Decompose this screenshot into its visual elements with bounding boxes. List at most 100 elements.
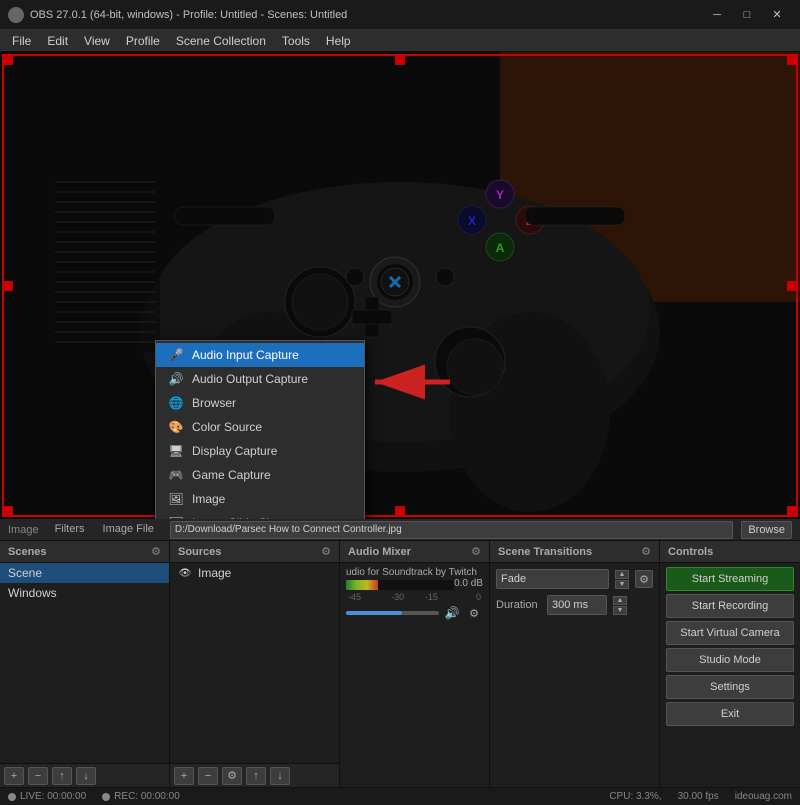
transition-type-select[interactable]: Fade bbox=[496, 569, 609, 589]
controls-panel: Controls Start Streaming Start Recording… bbox=[660, 541, 800, 787]
transition-spinner: ▲ ▼ bbox=[615, 570, 629, 589]
close-button[interactable]: ✕ bbox=[762, 0, 792, 30]
scene-up-button[interactable]: ↑ bbox=[52, 767, 72, 785]
ctx-game-label: Game Capture bbox=[192, 468, 271, 482]
scene-down-button[interactable]: ↓ bbox=[76, 767, 96, 785]
browse-button[interactable]: Browse bbox=[741, 521, 792, 539]
volume-slider[interactable] bbox=[346, 611, 439, 615]
controls-content: Start Streaming Start Recording Start Vi… bbox=[660, 563, 800, 730]
rec-time: REC: 00:00:00 bbox=[114, 791, 180, 802]
minimize-button[interactable]: ─ bbox=[702, 0, 732, 30]
live-time: LIVE: 00:00:00 bbox=[20, 791, 86, 802]
duration-spinner-down[interactable]: ▼ bbox=[613, 606, 627, 615]
scenes-list: Scene Windows bbox=[0, 563, 169, 763]
duration-spinner-up[interactable]: ▲ bbox=[613, 596, 627, 605]
ctx-display-capture[interactable]: 🖥 Display Capture bbox=[156, 439, 364, 463]
menu-bar: File Edit View Profile Scene Collection … bbox=[0, 30, 800, 52]
sources-panel: Sources ⚙ 👁 Image + − ⚙ ↑ ↓ bbox=[170, 541, 340, 787]
sources-header-btn[interactable]: ⚙ bbox=[321, 545, 331, 558]
menu-help[interactable]: Help bbox=[318, 30, 359, 52]
ctx-color-source[interactable]: 🎨 Color Source bbox=[156, 415, 364, 439]
settings-button[interactable]: Settings bbox=[666, 675, 794, 699]
menu-profile[interactable]: Profile bbox=[118, 30, 168, 52]
image-file-tab[interactable]: Image File bbox=[95, 521, 162, 539]
monitor-icon: 🖥 bbox=[168, 443, 184, 459]
maximize-button[interactable]: □ bbox=[732, 0, 762, 30]
scenes-toolbar: + − ↑ ↓ bbox=[0, 763, 169, 787]
scene-remove-button[interactable]: − bbox=[28, 767, 48, 785]
duration-spinner: ▲ ▼ bbox=[613, 596, 627, 615]
ctx-browser-label: Browser bbox=[192, 396, 236, 410]
audio-mixer-header-btn[interactable]: ⚙ bbox=[471, 545, 481, 558]
title-text: OBS 27.0.1 (64-bit, windows) - Profile: … bbox=[30, 9, 702, 21]
transition-type-row: Fade ▲ ▼ ⚙ bbox=[496, 569, 653, 589]
source-tabs: Filters Image File bbox=[47, 521, 162, 539]
mixer-level-fill bbox=[346, 580, 378, 590]
fps-value: 30.00 fps bbox=[678, 791, 719, 802]
menu-edit[interactable]: Edit bbox=[39, 30, 76, 52]
filters-tab[interactable]: Filters bbox=[47, 521, 93, 539]
mixer-level-bar bbox=[346, 580, 454, 590]
ctx-slideshow-label: Image Slide Show bbox=[192, 516, 289, 519]
preview-area: A B X Y bbox=[0, 52, 800, 519]
scene-add-button[interactable]: + bbox=[4, 767, 24, 785]
scene-item-scene[interactable]: Scene bbox=[0, 563, 169, 583]
window-controls: ─ □ ✕ bbox=[702, 0, 792, 30]
color-icon: 🎨 bbox=[168, 419, 184, 435]
live-dot bbox=[8, 793, 16, 801]
menu-view[interactable]: View bbox=[76, 30, 118, 52]
cpu-usage: CPU: 3.3%, bbox=[609, 791, 661, 802]
source-item-image[interactable]: 👁 Image bbox=[170, 563, 339, 583]
ctx-browser[interactable]: 🌐 Browser bbox=[156, 391, 364, 415]
ctx-audio-input-capture[interactable]: 🎤 Audio Input Capture bbox=[156, 343, 364, 367]
scenes-header-btn[interactable]: ⚙ bbox=[151, 545, 161, 558]
sources-title: Sources bbox=[178, 546, 221, 558]
ctx-color-label: Color Source bbox=[192, 420, 262, 434]
menu-file[interactable]: File bbox=[4, 30, 39, 52]
mixer-controls: 🔊 ⚙ bbox=[346, 604, 483, 622]
audio-mixer-header: Audio Mixer ⚙ bbox=[340, 541, 489, 563]
mixer-scale: -45 -30 -15 0 bbox=[346, 592, 483, 602]
ctx-audio-output-capture[interactable]: 🔊 Audio Output Capture bbox=[156, 367, 364, 391]
spinner-down[interactable]: ▼ bbox=[615, 580, 629, 589]
status-bar: LIVE: 00:00:00 REC: 00:00:00 CPU: 3.3%, … bbox=[0, 787, 800, 805]
speaker-icon: 🔊 bbox=[168, 371, 184, 387]
menu-scene-collection[interactable]: Scene Collection bbox=[168, 30, 274, 52]
source-item-image-label: Image bbox=[198, 566, 231, 580]
source-add-button[interactable]: + bbox=[174, 767, 194, 785]
svg-text:X: X bbox=[468, 214, 476, 228]
source-remove-button[interactable]: − bbox=[198, 767, 218, 785]
scale-right: 0 bbox=[449, 592, 481, 602]
duration-input[interactable]: 300 ms bbox=[547, 595, 607, 615]
mixer-settings-button[interactable]: ⚙ bbox=[465, 604, 483, 622]
exit-button[interactable]: Exit bbox=[666, 702, 794, 726]
audio-mixer-title: Audio Mixer bbox=[348, 546, 411, 558]
eye-icon: 👁 bbox=[178, 566, 192, 580]
start-virtual-camera-button[interactable]: Start Virtual Camera bbox=[666, 621, 794, 645]
menu-tools[interactable]: Tools bbox=[274, 30, 318, 52]
svg-text:Y: Y bbox=[496, 188, 504, 202]
ctx-image[interactable]: 🖼 Image bbox=[156, 487, 364, 511]
ctx-game-capture[interactable]: 🎮 Game Capture bbox=[156, 463, 364, 487]
source-up-button[interactable]: ↑ bbox=[246, 767, 266, 785]
transitions-header-btn[interactable]: ⚙ bbox=[641, 545, 651, 558]
spinner-up[interactable]: ▲ bbox=[615, 570, 629, 579]
sources-header: Sources ⚙ bbox=[170, 541, 339, 563]
scene-item-windows[interactable]: Windows bbox=[0, 583, 169, 603]
transitions-title: Scene Transitions bbox=[498, 546, 592, 558]
audio-mixer-panel: Audio Mixer ⚙ udio for Soundtrack by Twi… bbox=[340, 541, 490, 787]
title-bar: OBS 27.0.1 (64-bit, windows) - Profile: … bbox=[0, 0, 800, 30]
mixer-track: udio for Soundtrack by Twitch 0.0 dB -45… bbox=[340, 563, 489, 626]
microphone-icon: 🎤 bbox=[168, 347, 184, 363]
start-recording-button[interactable]: Start Recording bbox=[666, 594, 794, 618]
source-settings-button[interactable]: ⚙ bbox=[222, 767, 242, 785]
ctx-image-slide-show[interactable]: 🖼 Image Slide Show bbox=[156, 511, 364, 519]
transitions-header: Scene Transitions ⚙ bbox=[490, 541, 659, 563]
panels: Scenes ⚙ Scene Windows + − ↑ ↓ Sources ⚙ bbox=[0, 541, 800, 787]
rec-dot bbox=[102, 793, 110, 801]
studio-mode-button[interactable]: Studio Mode bbox=[666, 648, 794, 672]
start-streaming-button[interactable]: Start Streaming bbox=[666, 567, 794, 591]
mute-button[interactable]: 🔊 bbox=[443, 604, 461, 622]
transition-gear-button[interactable]: ⚙ bbox=[635, 570, 653, 588]
source-down-button[interactable]: ↓ bbox=[270, 767, 290, 785]
